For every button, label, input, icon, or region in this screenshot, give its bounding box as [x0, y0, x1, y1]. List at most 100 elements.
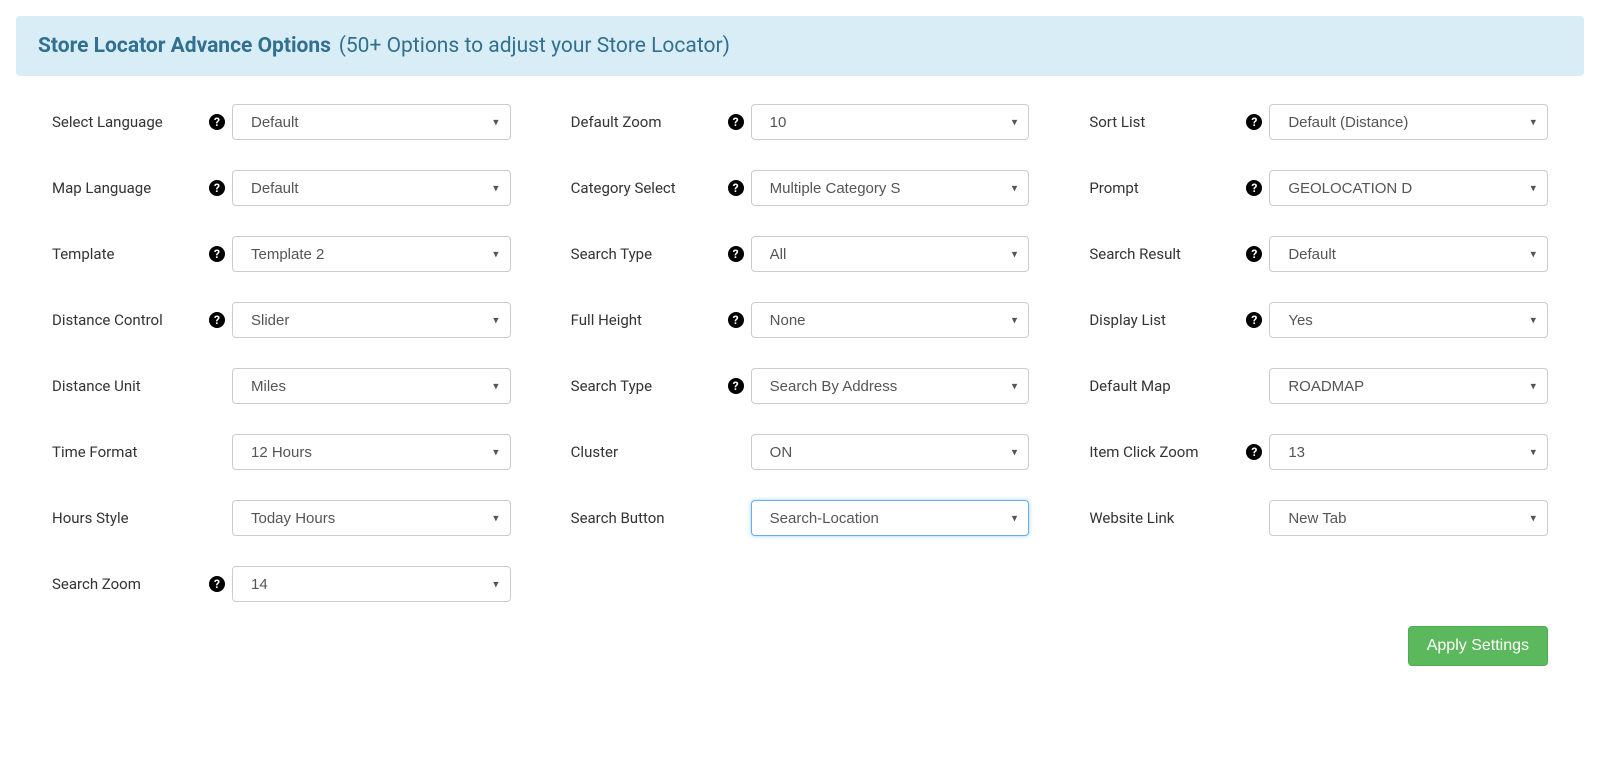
panel-title: Store Locator Advance Options	[38, 34, 331, 58]
default-map-label: Default Map	[1089, 377, 1239, 395]
display-list-select[interactable]: Yes	[1269, 302, 1548, 338]
select-language-select[interactable]: Default	[232, 104, 511, 140]
help-icon[interactable]: ?	[728, 312, 744, 328]
field-full-height: Full Height? None	[571, 302, 1030, 338]
search-zoom-label: Search Zoom	[52, 575, 202, 593]
sort-list-select[interactable]: Default (Distance)	[1269, 104, 1548, 140]
prompt-select-wrap: GEOLOCATION D	[1269, 170, 1548, 206]
search-type-address-help-cell: ?	[721, 378, 751, 394]
search-type-address-select[interactable]: Search By Address	[751, 368, 1030, 404]
help-icon[interactable]: ?	[209, 180, 225, 196]
search-result-select[interactable]: Default	[1269, 236, 1548, 272]
footer: Apply Settings	[16, 626, 1584, 666]
hours-style-select[interactable]: Today Hours	[232, 500, 511, 536]
field-default-map: Default Map ROADMAP	[1089, 368, 1548, 404]
field-template: Template? Template 2	[52, 236, 511, 272]
full-height-select-wrap: None	[751, 302, 1030, 338]
prompt-select[interactable]: GEOLOCATION D	[1269, 170, 1548, 206]
default-zoom-label: Default Zoom	[571, 113, 721, 131]
help-icon[interactable]: ?	[209, 576, 225, 592]
item-click-zoom-label: Item Click Zoom	[1089, 443, 1239, 461]
cluster-select[interactable]: ON	[751, 434, 1030, 470]
field-time-format: Time Format 12 Hours	[52, 434, 511, 470]
field-select-language: Select Language? Default	[52, 104, 511, 140]
help-icon[interactable]: ?	[1246, 444, 1262, 460]
search-button-select-wrap: Search-Location	[751, 500, 1030, 536]
panel-subtitle: (50+ Options to adjust your Store Locato…	[339, 34, 730, 58]
help-icon[interactable]: ?	[1246, 180, 1262, 196]
help-icon[interactable]: ?	[209, 114, 225, 130]
field-search-type-all: Search Type?All	[571, 236, 1030, 272]
template-help-cell: ?	[202, 246, 232, 262]
time-format-label: Time Format	[52, 443, 202, 461]
sort-list-help-cell: ?	[1239, 114, 1269, 130]
map-language-select[interactable]: Default	[232, 170, 511, 206]
help-icon[interactable]: ?	[1246, 246, 1262, 262]
website-link-select[interactable]: New Tab	[1269, 500, 1548, 536]
full-height-label: Full Height	[571, 311, 721, 329]
default-map-select[interactable]: ROADMAP	[1269, 368, 1548, 404]
full-height-help-cell: ?	[721, 312, 751, 328]
help-icon[interactable]: ?	[728, 114, 744, 130]
item-click-zoom-help-cell: ?	[1239, 444, 1269, 460]
help-icon[interactable]: ?	[209, 246, 225, 262]
map-language-help-cell: ?	[202, 180, 232, 196]
search-button-select[interactable]: Search-Location	[751, 500, 1030, 536]
template-select[interactable]: Template 2	[232, 236, 511, 272]
search-result-select-wrap: Default	[1269, 236, 1548, 272]
time-format-select-wrap: 12 Hours	[232, 434, 511, 470]
panel-header: Store Locator Advance Options (50+ Optio…	[16, 16, 1584, 76]
help-icon[interactable]: ?	[1246, 114, 1262, 130]
category-select-label: Category Select	[571, 179, 721, 197]
map-language-label: Map Language	[52, 179, 202, 197]
category-select-help-cell: ?	[721, 180, 751, 196]
distance-unit-select[interactable]: Miles	[232, 368, 511, 404]
category-select-select[interactable]: Multiple Category S	[751, 170, 1030, 206]
field-map-language: Map Language? Default	[52, 170, 511, 206]
search-zoom-select[interactable]: 14	[232, 566, 511, 602]
distance-control-help-cell: ?	[202, 312, 232, 328]
field-cluster: ClusterON	[571, 434, 1030, 470]
help-icon[interactable]: ?	[209, 312, 225, 328]
default-map-select-wrap: ROADMAP	[1269, 368, 1548, 404]
search-result-label: Search Result	[1089, 245, 1239, 263]
help-icon[interactable]: ?	[728, 180, 744, 196]
full-height-select[interactable]: None	[751, 302, 1030, 338]
distance-unit-select-wrap: Miles	[232, 368, 511, 404]
help-icon[interactable]: ?	[728, 246, 744, 262]
field-search-button: Search ButtonSearch-Location	[571, 500, 1030, 536]
help-icon[interactable]: ?	[1246, 312, 1262, 328]
website-link-select-wrap: New Tab	[1269, 500, 1548, 536]
template-label: Template	[52, 245, 202, 263]
template-select-wrap: Template 2	[232, 236, 511, 272]
select-language-help-cell: ?	[202, 114, 232, 130]
distance-control-label: Distance Control	[52, 311, 202, 329]
distance-control-select[interactable]: Slider	[232, 302, 511, 338]
field-display-list: Display List?Yes	[1089, 302, 1548, 338]
field-distance-control: Distance Control? Slider	[52, 302, 511, 338]
help-icon[interactable]: ?	[728, 378, 744, 394]
display-list-help-cell: ?	[1239, 312, 1269, 328]
field-sort-list: Sort List?Default (Distance)	[1089, 104, 1548, 140]
search-result-help-cell: ?	[1239, 246, 1269, 262]
search-type-all-select[interactable]: All	[751, 236, 1030, 272]
search-type-address-label: Search Type	[571, 377, 721, 395]
cluster-select-wrap: ON	[751, 434, 1030, 470]
category-select-select-wrap: Multiple Category S	[751, 170, 1030, 206]
apply-settings-button[interactable]: Apply Settings	[1408, 626, 1548, 666]
select-language-label: Select Language	[52, 113, 202, 131]
field-prompt: Prompt?GEOLOCATION D	[1089, 170, 1548, 206]
default-zoom-select[interactable]: 10	[751, 104, 1030, 140]
options-grid: Select Language?DefaultDefault Zoom?10So…	[16, 104, 1584, 626]
field-website-link: Website Link New Tab	[1089, 500, 1548, 536]
distance-control-select-wrap: Slider	[232, 302, 511, 338]
website-link-label: Website Link	[1089, 509, 1239, 527]
field-search-type-address: Search Type? Search By Address	[571, 368, 1030, 404]
empty-cell	[571, 566, 1030, 602]
select-language-select-wrap: Default	[232, 104, 511, 140]
distance-unit-label: Distance Unit	[52, 377, 202, 395]
field-hours-style: Hours StyleToday Hours	[52, 500, 511, 536]
item-click-zoom-select[interactable]: 13	[1269, 434, 1548, 470]
sort-list-select-wrap: Default (Distance)	[1269, 104, 1548, 140]
time-format-select[interactable]: 12 Hours	[232, 434, 511, 470]
